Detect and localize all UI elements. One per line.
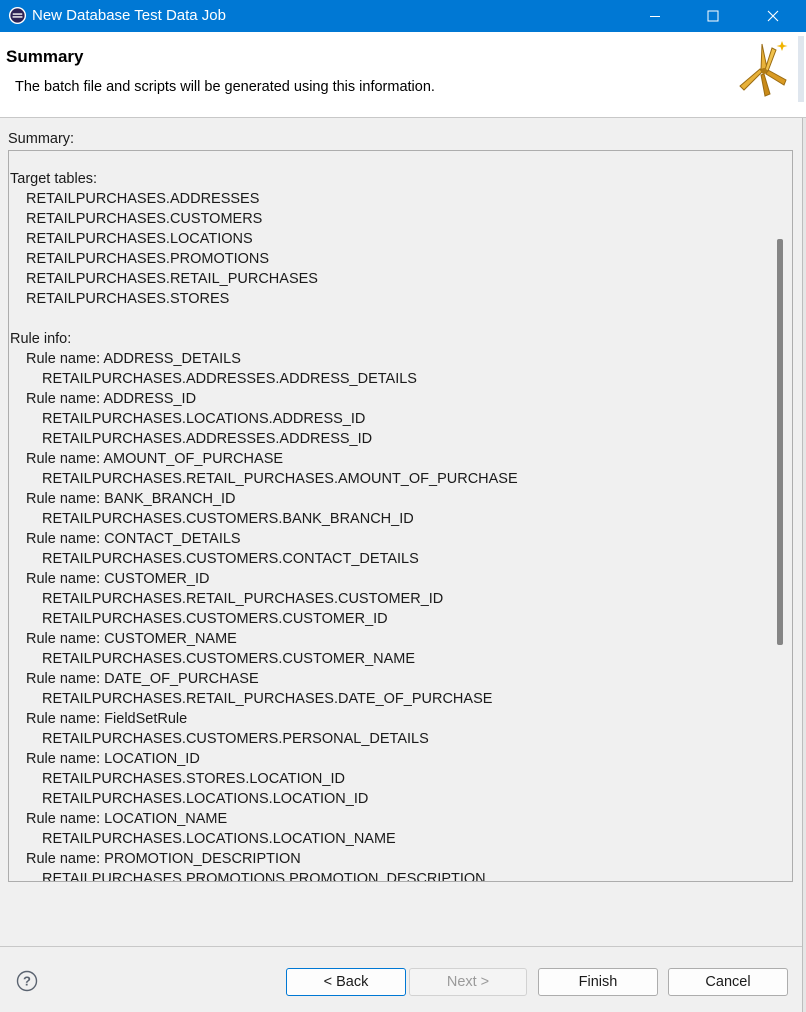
summary-line: RETAILPURCHASES.STORES.LOCATION_ID <box>42 771 345 787</box>
page-title: Summary <box>6 47 84 66</box>
window-title: New Database Test Data Job <box>32 7 226 24</box>
summary-line: RETAILPURCHASES.RETAIL_PURCHASES.DATE_OF… <box>42 691 493 707</box>
summary-line: RETAILPURCHASES.ADDRESSES <box>26 191 260 207</box>
summary-line: RETAILPURCHASES.CUSTOMERS.PERSONAL_DETAI… <box>42 731 429 747</box>
summary-line: Rule name: DATE_OF_PURCHASE <box>26 671 259 687</box>
summary-line: RETAILPURCHASES.CUSTOMERS.CUSTOMER_ID <box>42 611 388 627</box>
summary-line: Rule name: LOCATION_ID <box>26 751 200 767</box>
summary-line: RETAILPURCHASES.RETAIL_PURCHASES.AMOUNT_… <box>42 471 518 487</box>
summary-line: RETAILPURCHASES.CUSTOMERS.CONTACT_DETAIL… <box>42 551 419 567</box>
summary-line: RETAILPURCHASES.CUSTOMERS.BANK_BRANCH_ID <box>42 511 414 527</box>
summary-line: RETAILPURCHASES.ADDRESSES.ADDRESS_ID <box>42 431 373 447</box>
summary-line: RETAILPURCHASES.CUSTOMERS.CUSTOMER_NAME <box>42 651 416 667</box>
maximize-icon <box>707 10 719 22</box>
summary-line: Rule info: <box>10 331 72 347</box>
summary-line: Rule name: FieldSetRule <box>26 711 188 727</box>
summary-line: Rule name: ADDRESS_DETAILS <box>26 351 241 367</box>
summary-line: Rule name: AMOUNT_OF_PURCHASE <box>26 451 284 467</box>
summary-textarea[interactable]: Target tables: RETAILPURCHASES.ADDRESSES R… <box>8 150 793 882</box>
back-button[interactable]: < Back <box>286 968 406 996</box>
summary-line: Rule name: ADDRESS_ID <box>26 391 197 407</box>
summary-line: Rule name: LOCATION_NAME <box>26 811 228 827</box>
title-bar: New Database Test Data Job <box>0 0 806 32</box>
minimize-icon <box>650 16 660 17</box>
cancel-button[interactable]: Cancel <box>668 968 788 996</box>
summary-content: Target tables: RETAILPURCHASES.ADDRESSES R… <box>10 169 770 882</box>
summary-line: RETAILPURCHASES.LOCATIONS.LOCATION_ID <box>42 791 369 807</box>
summary-label: Summary: <box>8 131 75 147</box>
summary-line: Rule name: PROMOTION_DESCRIPTION <box>26 851 301 867</box>
svg-text:?: ? <box>23 974 31 989</box>
summary-line: RETAILPURCHASES.LOCATIONS.LOCATION_NAME <box>42 831 396 847</box>
summary-line: Target tables: <box>10 171 98 187</box>
maximize-button[interactable] <box>684 0 742 32</box>
scrollbar-thumb[interactable] <box>777 239 783 645</box>
help-icon[interactable]: ? <box>16 970 38 992</box>
wizard-header: Summary The batch file and scripts will … <box>0 32 806 118</box>
summary-line: RETAILPURCHASES.PROMOTIONS.PROMOTION_DES… <box>42 871 486 882</box>
summary-line: RETAILPURCHASES.LOCATIONS.ADDRESS_ID <box>42 411 366 427</box>
summary-line: Rule name: CUSTOMER_NAME <box>26 631 237 647</box>
summary-line: RETAILPURCHASES.CUSTOMERS <box>26 211 263 227</box>
close-icon <box>767 10 779 22</box>
summary-line: RETAILPURCHASES.STORES <box>26 291 230 307</box>
summary-line: RETAILPURCHASES.LOCATIONS <box>26 231 253 247</box>
close-button[interactable] <box>744 0 802 32</box>
footer-divider <box>0 946 802 947</box>
minimize-button[interactable] <box>626 0 684 32</box>
next-button[interactable]: Next > <box>409 968 527 996</box>
summary-line: Rule name: CUSTOMER_ID <box>26 571 210 587</box>
summary-line: RETAILPURCHASES.PROMOTIONS <box>26 251 270 267</box>
wizard-wand-icon <box>728 36 804 102</box>
page-description: The batch file and scripts will be gener… <box>15 79 435 95</box>
window-edge <box>802 118 806 1012</box>
summary-line: RETAILPURCHASES.RETAIL_PURCHASES.CUSTOME… <box>42 591 444 607</box>
summary-line: RETAILPURCHASES.ADDRESSES.ADDRESS_DETAIL… <box>42 371 417 387</box>
eclipse-icon <box>8 6 27 25</box>
summary-line: Rule name: CONTACT_DETAILS <box>26 531 241 547</box>
summary-line: Rule name: BANK_BRANCH_ID <box>26 491 236 507</box>
finish-button[interactable]: Finish <box>538 968 658 996</box>
summary-line: RETAILPURCHASES.RETAIL_PURCHASES <box>26 271 318 287</box>
